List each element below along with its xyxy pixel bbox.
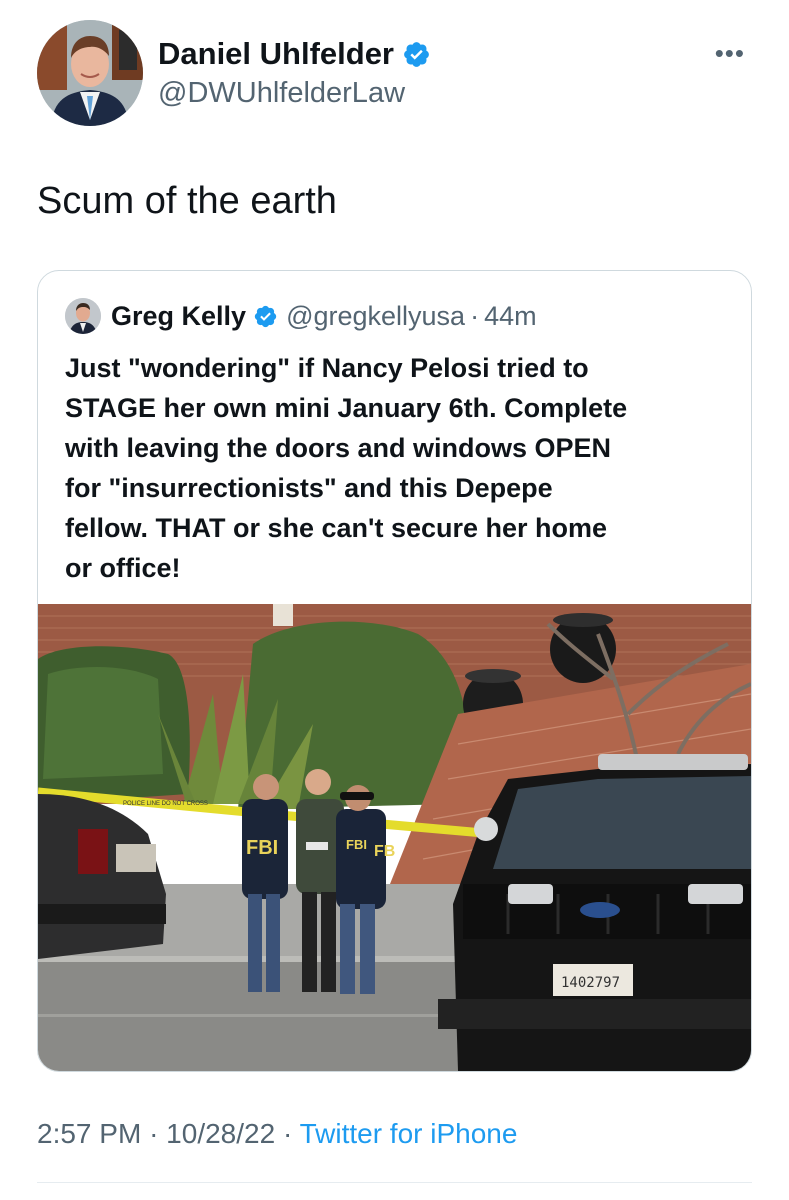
police-tape-text: POLICE LINE DO NOT CROSS (123, 801, 208, 807)
quoted-text-line: fellow. THAT or she can't secure her hom… (65, 513, 608, 543)
divider (37, 1182, 752, 1183)
author-avatar[interactable] (37, 20, 143, 126)
vest-label: FBI (346, 837, 367, 852)
quoted-tweet-header: Greg Kelly @gregkellyusa · 44m (65, 298, 537, 334)
author-name[interactable]: Daniel Uhlfelder (158, 36, 394, 72)
quoted-author-name[interactable]: Greg Kelly (111, 301, 246, 332)
author-avatar-image (37, 20, 143, 126)
more-options-icon[interactable]: ••• (715, 38, 745, 69)
meta-separator: · (282, 1118, 293, 1149)
license-plate: 1402797 (561, 975, 620, 991)
vest-label: FBI (246, 837, 278, 859)
quoted-text-line: or office! (65, 553, 181, 583)
quoted-tweet-card[interactable]: Greg Kelly @gregkellyusa · 44m Just "won… (37, 270, 752, 1072)
quoted-text-line: STAGE her own mini January 6th. Complete (65, 393, 628, 423)
verified-badge-icon (254, 305, 277, 327)
tweet-source-link[interactable]: Twitter for iPhone (300, 1118, 518, 1149)
quoted-text-line: Just "wondering" if Nancy Pelosi tried t… (65, 353, 589, 383)
quoted-text-line: for "insurrectionists" and this Depepe (65, 473, 553, 503)
quoted-text-line: with leaving the doors and windows OPEN (65, 433, 612, 463)
quoted-time-ago[interactable]: 44m (484, 301, 537, 332)
author-block: Daniel Uhlfelder @DWUhlfelderLaw (158, 36, 431, 110)
tweet-time[interactable]: 2:57 PM (37, 1118, 141, 1149)
vest-label: FB (374, 843, 395, 860)
tweet-date[interactable]: 10/28/22 (166, 1118, 275, 1149)
tweet-meta: 2:57 PM · 10/28/22 · Twitter for iPhone (37, 1118, 517, 1150)
author-name-row: Daniel Uhlfelder (158, 36, 431, 72)
quoted-author-handle[interactable]: @gregkellyusa (286, 301, 465, 332)
quoted-author-avatar-image (65, 298, 101, 334)
verified-badge-icon (404, 41, 429, 67)
quoted-author-avatar (65, 298, 101, 334)
author-handle[interactable]: @DWUhlfelderLaw (158, 76, 431, 110)
quoted-tweet-text: Just "wondering" if Nancy Pelosi tried t… (65, 348, 725, 588)
quoted-tweet-photo[interactable]: POLICE LINE DO NOT CROSS FBI FBI FB 1402… (38, 604, 751, 1071)
header-separator: · (470, 300, 480, 331)
meta-separator: · (149, 1118, 159, 1149)
tweet-text: Scum of the earth (37, 180, 337, 222)
